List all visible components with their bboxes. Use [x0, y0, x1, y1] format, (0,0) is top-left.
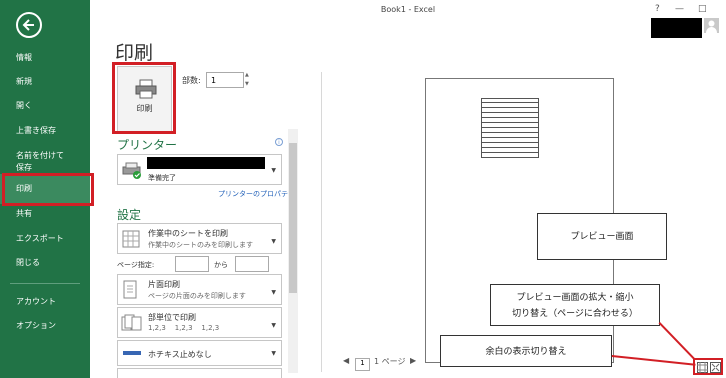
next-page-icon[interactable]: ▶ [410, 356, 416, 365]
chevron-down-icon: ▼ [271, 322, 276, 329]
arrow-left-icon [22, 19, 34, 31]
back-button[interactable] [16, 12, 42, 38]
next-setting-dropdown[interactable] [117, 368, 282, 378]
printer-heading: プリンター [117, 138, 178, 152]
sidebar-item-open[interactable]: 開く [0, 100, 90, 112]
sides-main: 片面印刷 [148, 280, 180, 289]
sidebar-item-new[interactable]: 新規 [0, 76, 90, 88]
chevron-down-icon: ▼ [271, 167, 276, 174]
chevron-down-icon: ▼ [271, 238, 276, 245]
sides-dropdown[interactable]: 片面印刷 ページの片面のみを印刷します ▼ [117, 274, 282, 305]
preview-table-thumbnail [481, 98, 539, 158]
sidebar-item-info[interactable]: 情報 [0, 52, 90, 64]
collate-sub: 1,2,3 1,2,3 1,2,3 [148, 324, 220, 332]
callout-margins: 余白の表示切り替え [440, 335, 612, 367]
print-what-dropdown[interactable]: 作業中のシートを印刷 作業中のシートのみを印刷します ▼ [117, 223, 282, 254]
pages-from-input[interactable] [175, 256, 209, 272]
staple-main: ホチキス止めなし [148, 350, 212, 359]
page-count-label: 1 ページ [374, 357, 406, 366]
account-name-redacted [651, 18, 702, 38]
collate-main: 部単位で印刷 [148, 313, 196, 322]
staple-icon [123, 351, 141, 355]
copies-up-icon[interactable]: ▲ [245, 72, 249, 78]
prev-page-icon[interactable]: ◀ [343, 356, 349, 365]
scroll-thumb[interactable] [289, 143, 297, 293]
pages-label: ページ指定: [117, 261, 155, 269]
sidebar-item-export[interactable]: エクスポート [0, 233, 90, 245]
sidebar-item-close[interactable]: 閉じる [0, 257, 90, 269]
sidebar-item-share[interactable]: 共有 [0, 208, 90, 220]
printer-device-icon [122, 162, 141, 179]
sidebar-item-options[interactable]: オプション [0, 320, 90, 332]
annotation-highlight-print-button [112, 62, 176, 134]
sidebar-item-saveas[interactable]: 名前を付けて 保存 [0, 150, 90, 174]
pages-to-label: から [214, 261, 228, 269]
callout-arrow-margins [611, 355, 696, 366]
copies-down-icon[interactable]: ▼ [245, 81, 249, 87]
collate-icon [121, 314, 142, 331]
copies-label: 部数: [182, 76, 201, 85]
callout-zoom-line2: 切り替え（ページに合わせる） [512, 309, 638, 319]
callout-zoom-line1: プレビュー画面の拡大・縮小 [516, 293, 634, 303]
printer-name-redacted [147, 157, 265, 169]
title-bar: Book1 - Excel [90, 0, 726, 22]
excel-backstage-print: 情報 新規 開く 上書き保存 名前を付けて 保存 印刷 共有 エクスポート 閉じ… [0, 0, 726, 378]
callout-arrow-zoom [658, 322, 695, 360]
printer-properties-link[interactable]: プリンターのプロパティ [218, 189, 295, 199]
print-what-sub: 作業中のシートのみを印刷します [148, 241, 253, 249]
window-title: Book1 - Excel [380, 5, 436, 14]
user-icon [706, 20, 717, 33]
maximize-button[interactable]: □ [698, 4, 707, 14]
single-side-icon [123, 280, 137, 299]
printer-status: 準備完了 [148, 174, 176, 182]
sidebar-item-account[interactable]: アカウント [0, 296, 90, 308]
minimize-button[interactable]: — [675, 4, 684, 14]
sidebar-item-save[interactable]: 上書き保存 [0, 125, 90, 137]
page-number-input[interactable]: 1 [355, 358, 370, 371]
copies-input[interactable]: 1 [206, 72, 244, 88]
callout-preview: プレビュー画面 [537, 213, 667, 260]
annotation-highlight-view-toggles [693, 358, 723, 375]
sheet-grid-icon [122, 230, 140, 248]
chevron-down-icon: ▼ [271, 350, 276, 357]
settings-heading: 設定 [117, 208, 142, 222]
sidebar-divider [10, 283, 80, 284]
zoom-to-page-icon[interactable] [710, 362, 721, 373]
callout-zoom: プレビュー画面の拡大・縮小 切り替え（ページに合わせる） [490, 284, 660, 326]
collate-dropdown[interactable]: 部単位で印刷 1,2,3 1,2,3 1,2,3 ▼ [117, 307, 282, 338]
page-title: 印刷 [115, 42, 154, 64]
pages-to-input[interactable] [235, 256, 269, 272]
info-icon[interactable]: i [275, 138, 283, 146]
sides-sub: ページの片面のみを印刷します [148, 292, 246, 300]
help-button[interactable]: ? [655, 4, 660, 14]
print-what-main: 作業中のシートを印刷 [148, 229, 228, 238]
annotation-highlight-print-nav [2, 173, 94, 206]
settings-scrollbar[interactable] [288, 129, 298, 373]
sidebar-item-saveas-line1: 名前を付けて [16, 151, 64, 160]
show-margins-icon[interactable] [697, 362, 708, 373]
panel-divider [321, 72, 322, 372]
staple-dropdown[interactable]: ホチキス止めなし ▼ [117, 340, 282, 366]
avatar[interactable] [704, 18, 719, 33]
chevron-down-icon: ▼ [271, 289, 276, 296]
